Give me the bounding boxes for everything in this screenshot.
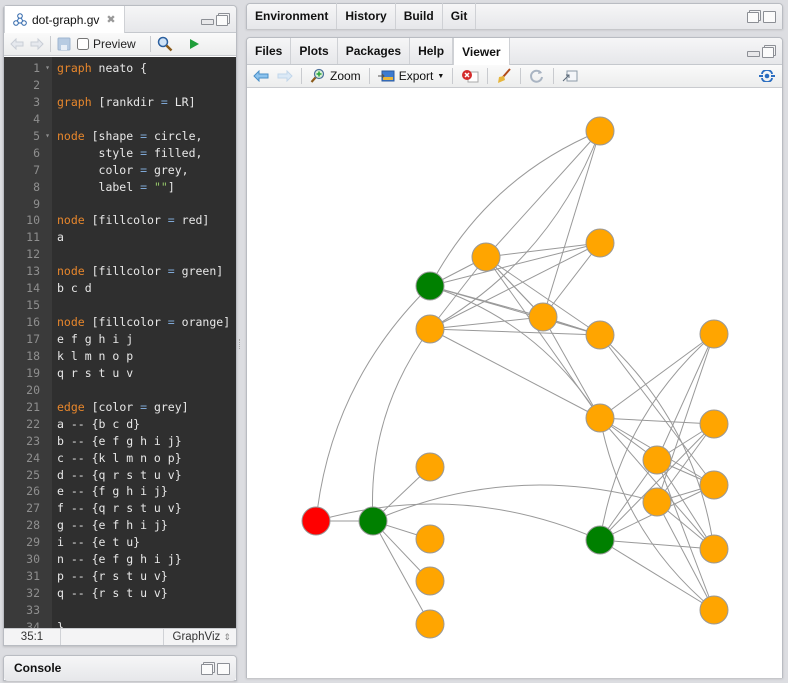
node-a — [301, 506, 331, 536]
edge-d-t — [599, 539, 715, 550]
node-u — [699, 470, 729, 500]
node-s — [699, 409, 729, 439]
graph-visualization — [301, 116, 729, 639]
node-e — [528, 302, 558, 332]
node-f — [585, 403, 615, 433]
node-p — [642, 487, 672, 517]
edge-c-p — [372, 484, 658, 522]
node-r — [699, 319, 729, 349]
edge-f-t — [599, 417, 715, 550]
edge-g-h — [485, 242, 601, 258]
edge-n-j — [429, 130, 601, 330]
edge-g-f — [485, 256, 601, 419]
edge-f-s — [599, 417, 715, 425]
node-b — [415, 271, 445, 301]
edge-g-j — [485, 130, 601, 258]
node-n — [415, 314, 445, 344]
node-g — [471, 242, 501, 272]
edge-f-r — [599, 333, 715, 419]
viewer-pane: Files Plots Packages Help Viewer Zoom Export… — [246, 37, 783, 678]
node-v — [699, 595, 729, 625]
node-q — [642, 445, 672, 475]
node-m — [415, 566, 445, 596]
graph-edges — [315, 130, 715, 625]
node-o — [415, 609, 445, 639]
node-d — [585, 525, 615, 555]
node-k — [415, 452, 445, 482]
node-j — [585, 116, 615, 146]
viewer-canvas — [247, 89, 782, 678]
edge-n-h — [429, 242, 601, 330]
node-h — [585, 228, 615, 258]
node-c — [358, 506, 388, 536]
edge-q-r — [656, 333, 715, 461]
edge-c-n — [371, 328, 431, 522]
node-i — [585, 320, 615, 350]
node-l — [415, 524, 445, 554]
edge-n-i — [429, 328, 601, 336]
edge-e-j — [542, 130, 601, 318]
node-t — [699, 534, 729, 564]
edge-b-f — [429, 285, 601, 419]
edge-b-j — [429, 130, 601, 287]
